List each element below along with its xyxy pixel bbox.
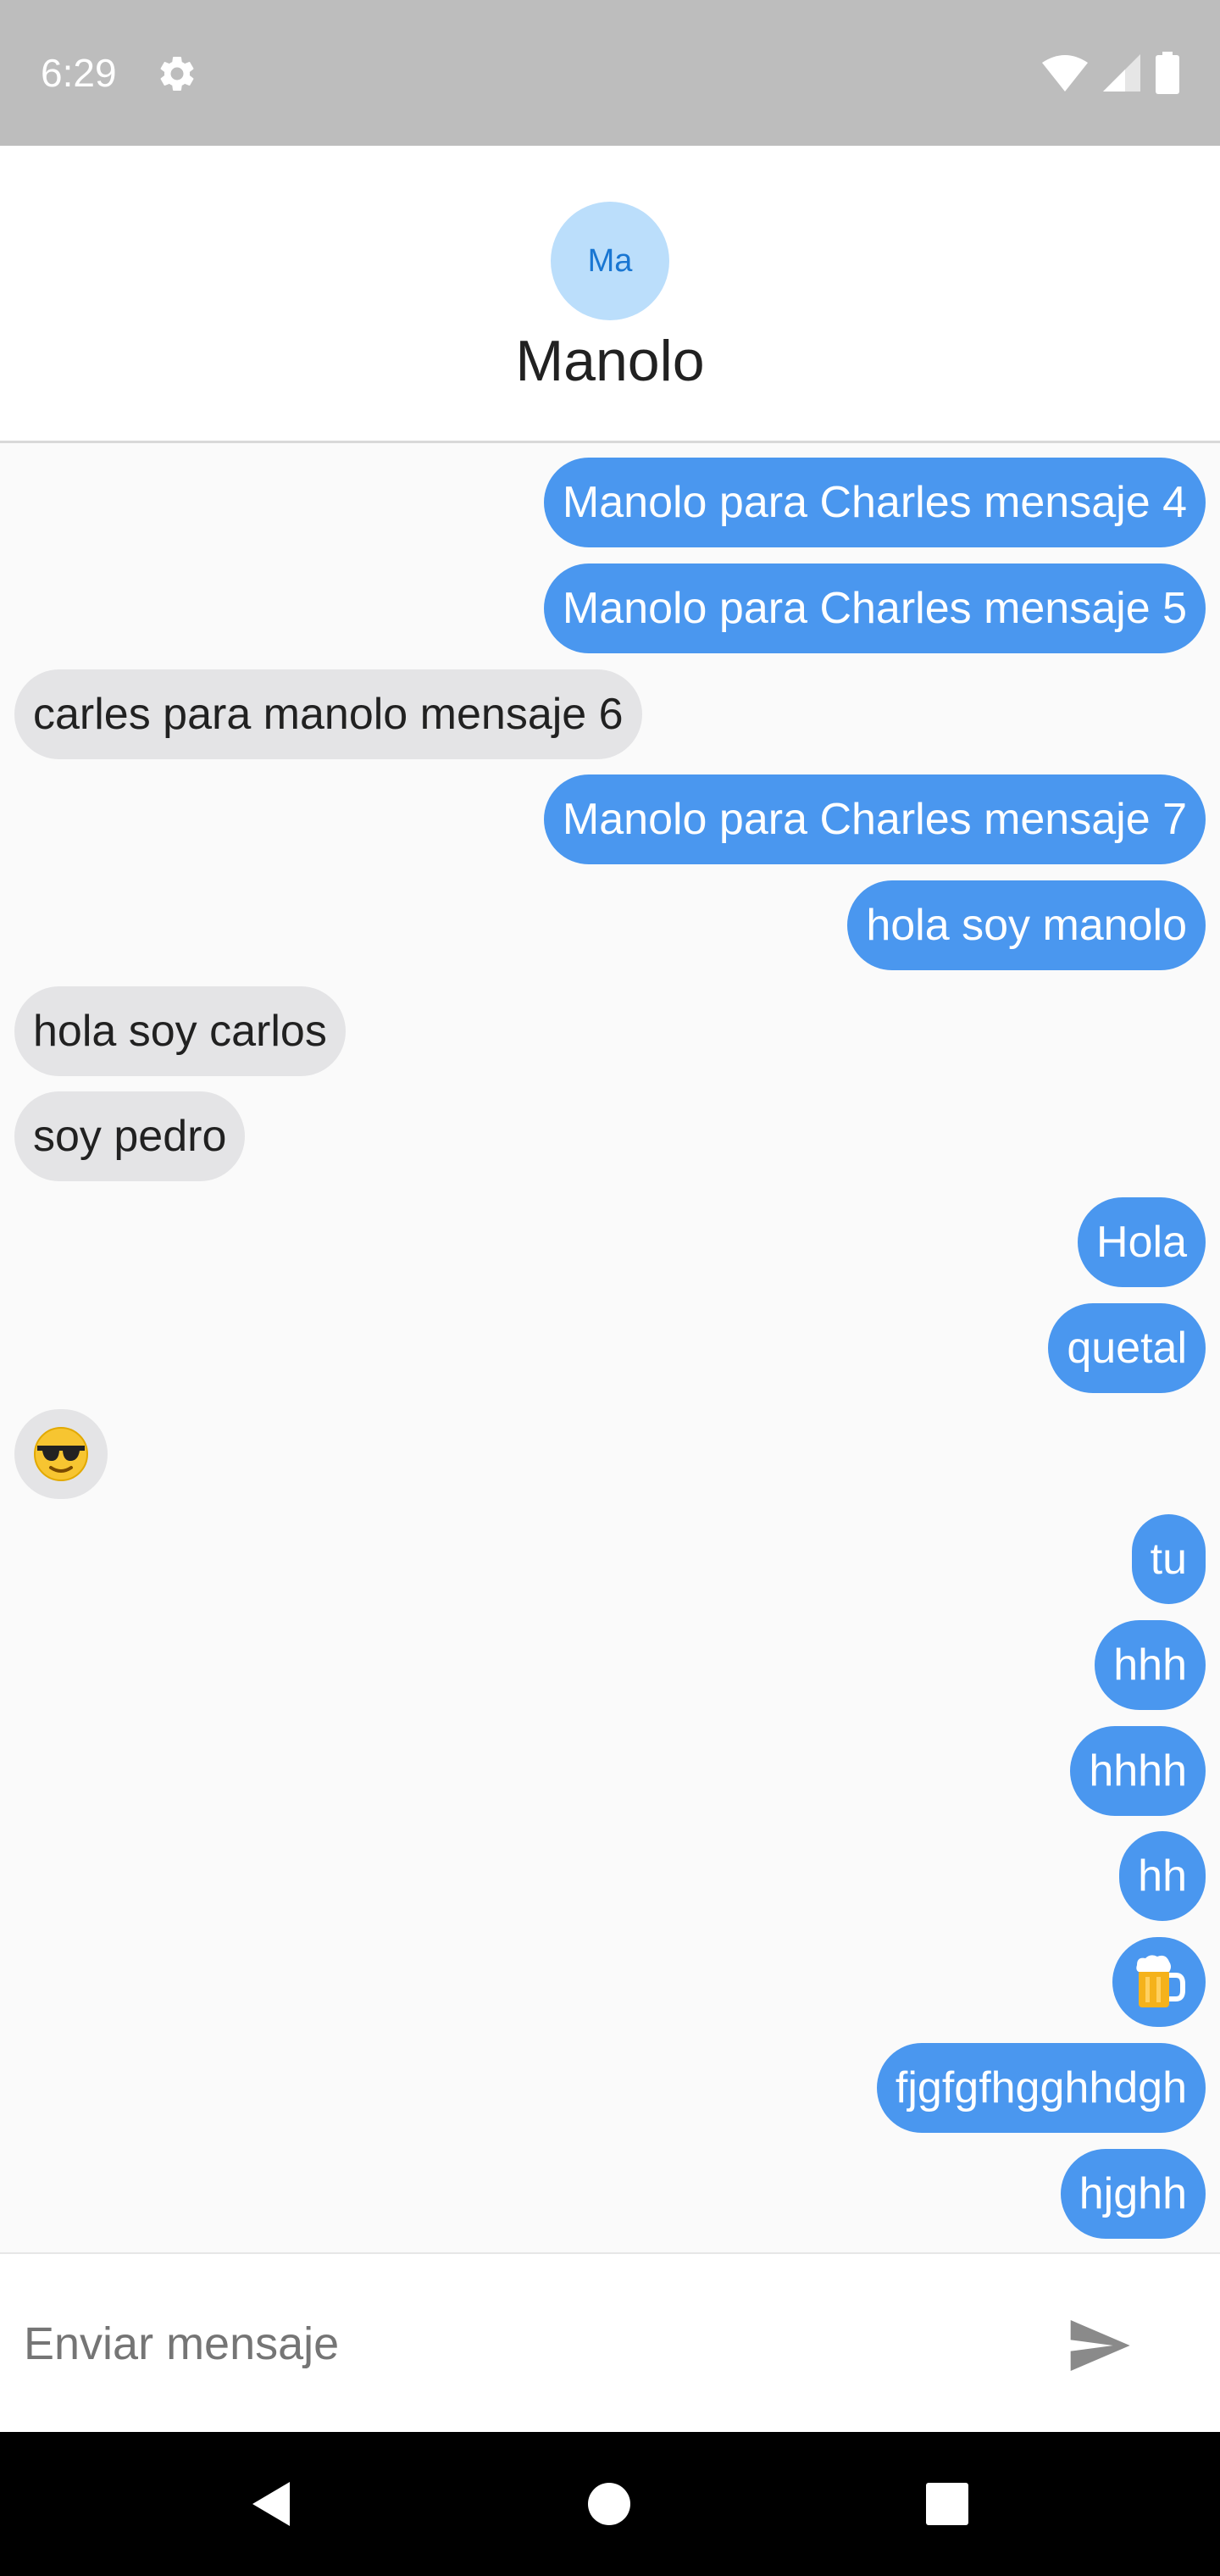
message-composer [0,2252,1220,2434]
chat-header: Ma Manolo [0,146,1220,443]
message-bubble-incoming [14,1409,108,1499]
message-bubble-outgoing: Manolo para Charles mensaje 7 [543,774,1206,864]
message-bubble-outgoing: Hola [1078,1197,1206,1287]
system-navigation-bar [0,2432,1220,2576]
message-input[interactable] [0,2254,1000,2434]
message-bubble-outgoing: hh [1119,1831,1206,1921]
message-list[interactable]: Manolo para Charles mensaje 4 Manolo par… [0,443,1220,2252]
contact-name: Manolo [515,329,705,393]
gear-icon [160,56,194,91]
back-button[interactable] [233,2466,309,2542]
status-bar: 6:29 [0,0,1220,146]
message-bubble-outgoing: hola soy manolo [847,880,1206,970]
message-bubble-outgoing [1112,1937,1206,2027]
message-bubble-incoming: hola soy carlos [14,986,346,1076]
avatar[interactable]: Ma [551,202,669,320]
home-icon [588,2483,630,2525]
message-bubble-incoming: soy pedro [14,1091,246,1181]
message-bubble-outgoing: tu [1131,1514,1206,1604]
wifi-icon [1042,55,1088,92]
avatar-initials: Ma [587,242,633,279]
battery-icon [1156,52,1179,94]
message-bubble-outgoing: fjgfgfhgghhdgh [876,2043,1206,2133]
recents-button[interactable] [909,2466,985,2542]
back-icon [252,2482,290,2526]
recents-icon [926,2483,968,2525]
status-time: 6:29 [41,51,117,95]
message-bubble-outgoing: Manolo para Charles mensaje 4 [543,458,1206,547]
sunglasses-emoji-icon [34,1427,88,1481]
message-bubble-outgoing: hhhh [1070,1726,1206,1816]
signal-icon [1103,54,1140,92]
message-bubble-outgoing: hjghh [1060,2149,1206,2239]
send-icon[interactable] [1061,2312,1137,2379]
home-button[interactable] [571,2466,647,2542]
message-bubble-outgoing: Manolo para Charles mensaje 5 [543,564,1206,653]
message-bubble-incoming: carles para manolo mensaje 6 [14,669,642,759]
beer-mug-emoji-icon [1136,1955,1185,2007]
message-bubble-outgoing: hhh [1095,1620,1206,1710]
message-bubble-outgoing: quetal [1048,1303,1206,1393]
